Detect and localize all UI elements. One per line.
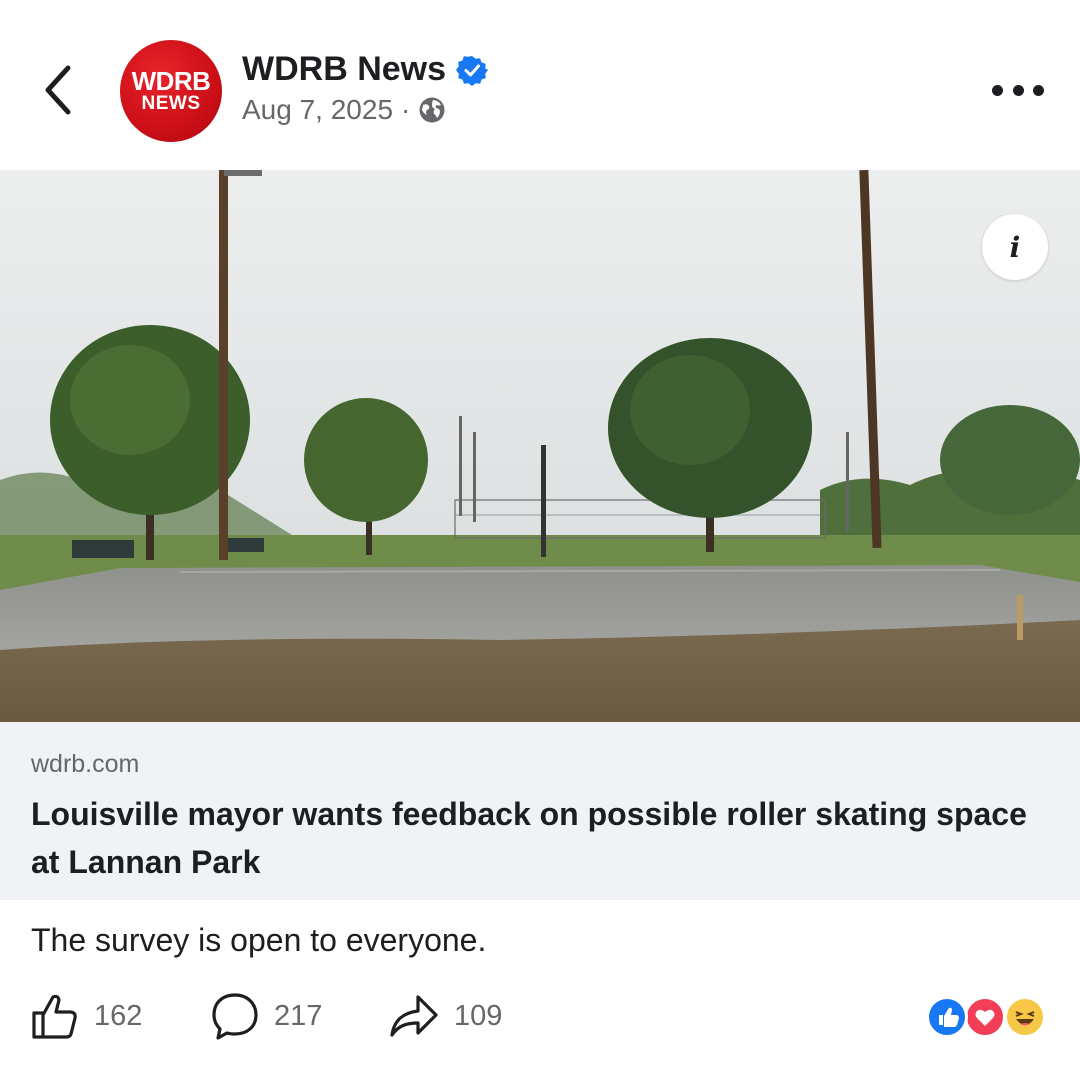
like-button[interactable]: 162 xyxy=(30,984,142,1048)
like-count: 162 xyxy=(94,999,143,1032)
meta-separator: · xyxy=(401,94,411,125)
back-button[interactable] xyxy=(36,58,84,122)
share-arrow-icon xyxy=(390,995,438,1037)
avatar-text-wdrb: WDRB xyxy=(131,66,211,96)
post-caption: The survey is open to everyone. xyxy=(31,922,487,958)
info-icon: i xyxy=(1009,230,1021,264)
love-reaction-icon xyxy=(964,996,1006,1038)
post-header: WDRB NEWS WDRB News Aug 7, 2025 · xyxy=(0,0,1080,170)
link-headline[interactable]: Louisville mayor wants feedback on possi… xyxy=(31,790,1051,886)
park-photo xyxy=(0,170,1080,722)
post-meta: Aug 7, 2025 · xyxy=(242,94,446,126)
link-domain: wdrb.com xyxy=(31,750,140,778)
more-options-button[interactable] xyxy=(992,76,1044,104)
more-dot-icon xyxy=(1033,84,1044,96)
thumbs-up-icon xyxy=(32,994,77,1039)
like-reaction-icon xyxy=(926,996,968,1038)
comment-button[interactable]: 217 xyxy=(210,984,322,1048)
action-bar: 162 217 109 xyxy=(0,984,1080,1048)
page-name-link[interactable]: WDRB News xyxy=(242,50,489,89)
reaction-summary[interactable] xyxy=(926,996,1052,1038)
post-date[interactable]: Aug 7, 2025 xyxy=(242,94,393,126)
comment-icon xyxy=(212,993,258,1040)
chevron-left-icon xyxy=(45,65,71,115)
share-count: 109 xyxy=(454,999,503,1032)
share-button[interactable]: 109 xyxy=(388,984,502,1048)
info-button[interactable]: i xyxy=(982,214,1048,280)
comment-count: 217 xyxy=(274,999,323,1032)
page-avatar[interactable]: WDRB NEWS xyxy=(120,40,222,142)
avatar-text-news: NEWS xyxy=(141,93,201,114)
more-dot-icon xyxy=(1012,84,1024,96)
haha-reaction-icon xyxy=(1004,996,1046,1038)
globe-icon xyxy=(419,97,445,123)
page-name: WDRB News xyxy=(242,50,447,88)
verified-badge-icon xyxy=(456,55,489,86)
link-preview-image[interactable] xyxy=(0,170,1080,722)
more-dot-icon xyxy=(992,84,1003,96)
